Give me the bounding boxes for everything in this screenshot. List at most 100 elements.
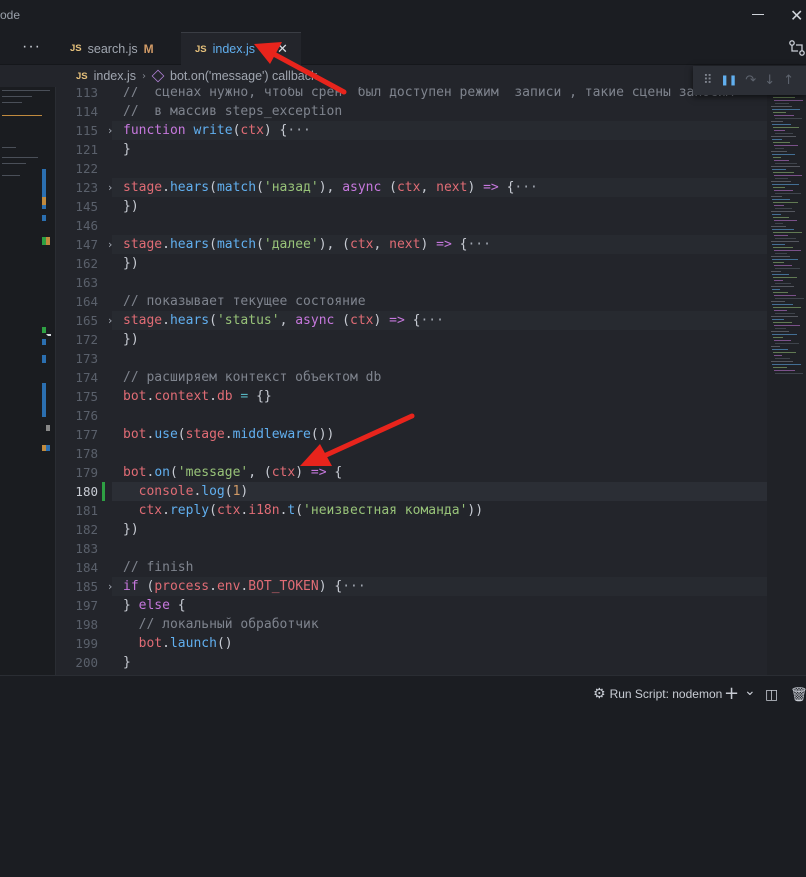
code-line[interactable]: // локальный обработчик bbox=[123, 615, 319, 634]
minimap-line bbox=[773, 307, 801, 308]
drag-handle-icon[interactable]: ⠿ bbox=[703, 73, 713, 88]
fold-chevron-icon[interactable]: › bbox=[108, 178, 112, 197]
minimap-line bbox=[774, 145, 798, 146]
modified-marker bbox=[46, 425, 50, 431]
code-line[interactable]: }) bbox=[123, 520, 139, 539]
line-number: 164 bbox=[75, 294, 98, 309]
modified-marker bbox=[46, 237, 50, 245]
code-editor[interactable]: 113 // сценах нужно, чтобы срен был досту… bbox=[56, 87, 794, 675]
fold-chevron-icon[interactable]: › bbox=[108, 121, 112, 140]
terminal-task-label: Run Script: nodemon bbox=[609, 687, 723, 701]
code-line[interactable]: // в массив steps_exception bbox=[123, 102, 342, 121]
minimap-line bbox=[771, 166, 800, 167]
minimap-line bbox=[771, 196, 782, 197]
fold-chevron-icon[interactable]: › bbox=[108, 235, 112, 254]
js-file-icon: JS bbox=[70, 43, 82, 54]
modified-marker bbox=[42, 383, 46, 417]
code-line[interactable]: }) bbox=[123, 330, 139, 349]
minimap-line bbox=[773, 337, 783, 338]
minimap-line bbox=[773, 352, 796, 353]
minimap-line bbox=[775, 328, 786, 329]
minimap-line bbox=[771, 301, 785, 302]
minimap-line bbox=[772, 319, 784, 320]
annotation-arrow bbox=[300, 413, 415, 466]
minimap-line bbox=[774, 355, 782, 356]
code-line[interactable]: if (process.env.BOT_TOKEN) {··· bbox=[123, 577, 366, 596]
minimap-line bbox=[771, 226, 786, 227]
terminal-task-selector[interactable]: ⚙ Run Script: nodemon bbox=[593, 686, 722, 702]
code-line[interactable]: } bbox=[123, 653, 131, 672]
minimap-line bbox=[772, 139, 782, 140]
source-control-compare-icon[interactable] bbox=[788, 39, 806, 57]
minimap-line bbox=[775, 223, 783, 224]
chevron-down-icon[interactable]: ⌄ bbox=[744, 683, 756, 699]
more-actions-icon[interactable]: ··· bbox=[22, 38, 41, 56]
minimap-line bbox=[772, 259, 798, 260]
minimap-line bbox=[771, 211, 795, 212]
code-line[interactable]: bot.context.db = {} bbox=[123, 387, 272, 406]
minimap-line bbox=[771, 286, 794, 287]
code-line[interactable]: }) bbox=[123, 197, 139, 216]
code-line[interactable]: // расширяем контекст объектом db bbox=[123, 368, 381, 387]
step-into-icon[interactable]: ↓ bbox=[764, 73, 775, 88]
code-line[interactable]: stage.hears('status', async (ctx) => {··… bbox=[123, 311, 444, 330]
minimap-line bbox=[772, 109, 800, 110]
minimap-line bbox=[773, 277, 797, 278]
minimap-line bbox=[774, 160, 789, 161]
annotation-arrow bbox=[254, 42, 347, 95]
tab-search-js[interactable]: JS search.js M bbox=[56, 32, 180, 65]
minimap-line bbox=[772, 364, 801, 365]
tab-bar: ··· JS search.js M JS index.js M ✕ bbox=[0, 32, 806, 65]
trash-icon[interactable]: 🗑 bbox=[790, 687, 806, 703]
window-title: ode bbox=[0, 8, 21, 22]
fold-chevron-icon[interactable]: › bbox=[108, 311, 112, 330]
split-terminal-icon[interactable]: ◫ bbox=[765, 687, 778, 703]
code-line[interactable]: stage.hears(match('далее'), (ctx, next) … bbox=[123, 235, 491, 254]
code-line[interactable]: // сценах нужно, чтобы срен был доступен… bbox=[123, 87, 733, 102]
line-number: 197 bbox=[75, 598, 98, 613]
minimap-line bbox=[773, 322, 792, 323]
code-line[interactable]: }) bbox=[123, 254, 139, 273]
modified-marker bbox=[42, 355, 46, 363]
add-terminal-icon[interactable]: + bbox=[724, 683, 739, 704]
minimap-line bbox=[771, 151, 787, 152]
code-line[interactable]: // показывает текущее состояние bbox=[123, 292, 366, 311]
line-number: 162 bbox=[75, 256, 98, 271]
minimap-line bbox=[774, 250, 801, 251]
code-line[interactable]: } else { bbox=[123, 596, 186, 615]
minimap-line bbox=[771, 256, 790, 257]
line-number: 184 bbox=[75, 560, 98, 575]
minimap-line bbox=[773, 112, 786, 113]
code-line[interactable]: function write(ctx) {··· bbox=[123, 121, 311, 140]
minimap-line bbox=[773, 262, 784, 263]
minimap[interactable] bbox=[767, 87, 806, 675]
minimap-line bbox=[773, 217, 789, 218]
minimap-line bbox=[774, 280, 783, 281]
code-line[interactable]: // finish bbox=[123, 558, 193, 577]
line-number: 185 bbox=[75, 579, 98, 594]
code-line[interactable]: bot.launch() bbox=[123, 634, 233, 653]
code-line[interactable]: ctx.reply(ctx.i18n.t('неизвестная команд… bbox=[123, 501, 483, 520]
fold-chevron-icon[interactable]: › bbox=[108, 577, 112, 596]
code-line[interactable]: } bbox=[123, 140, 131, 159]
minimap-line bbox=[772, 184, 799, 185]
minimap-line bbox=[773, 367, 787, 368]
step-over-icon[interactable]: ↷ bbox=[745, 73, 756, 88]
code-line[interactable]: stage.hears(match('назад'), async (ctx, … bbox=[123, 178, 538, 197]
minimap-line bbox=[773, 142, 790, 143]
close-window-button[interactable]: ✕ bbox=[790, 6, 803, 25]
minimap-line bbox=[771, 106, 792, 107]
line-number: 198 bbox=[75, 617, 98, 632]
breadcrumb-file[interactable]: index.js bbox=[94, 69, 136, 83]
minimap-line bbox=[771, 241, 799, 242]
minimap-line bbox=[775, 133, 793, 134]
line-number: 146 bbox=[75, 218, 98, 233]
minimap-line bbox=[771, 346, 780, 347]
minimap-line bbox=[773, 157, 781, 158]
step-out-icon[interactable]: ↑ bbox=[783, 73, 794, 88]
pause-icon[interactable]: ❚❚ bbox=[721, 75, 738, 86]
minimize-button[interactable] bbox=[752, 14, 764, 15]
line-number: 165 bbox=[75, 313, 98, 328]
minimap-line bbox=[774, 220, 797, 221]
code-line[interactable]: console.log(1) bbox=[123, 482, 249, 501]
